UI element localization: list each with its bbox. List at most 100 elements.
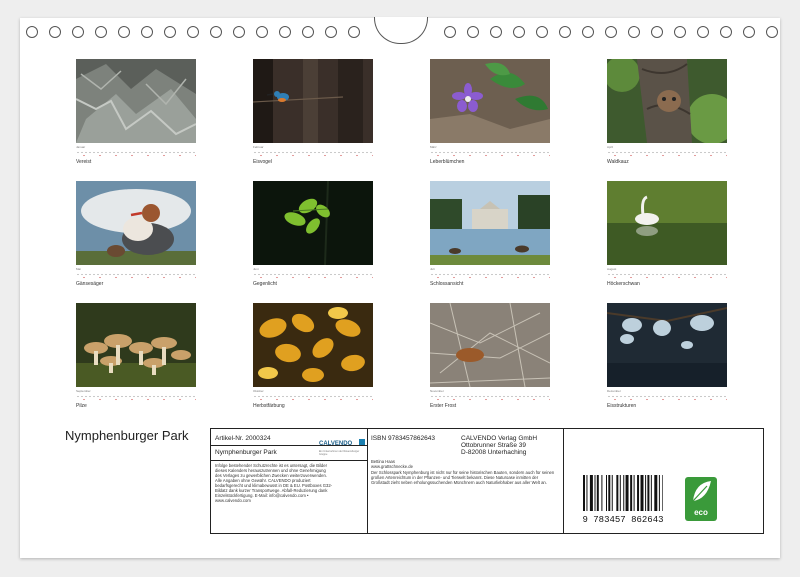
month-label: März — [430, 145, 437, 149]
photo-goosander — [76, 181, 196, 265]
photo-frozen — [76, 59, 196, 143]
binding-ring — [279, 26, 291, 38]
binding-ring — [766, 26, 778, 38]
barcode-bar — [601, 475, 603, 511]
info-box: Artikel-Nr. 2000324 CALVENDO Ein Unterne… — [210, 428, 764, 534]
month-october: Oktober Herbstfärbung — [253, 303, 373, 409]
publisher-street: Ottobrunner Straße 39 — [461, 442, 527, 449]
barcode-bar — [662, 475, 663, 511]
month-july: Juli Schlossansicht — [430, 181, 550, 287]
binding-ring — [256, 26, 268, 38]
month-label: Februar — [253, 145, 264, 149]
barcode-bar — [619, 475, 621, 511]
photo-mute-swan — [607, 181, 727, 265]
binding-ring — [628, 26, 640, 38]
product-cell: Artikel-Nr. 2000324 CALVENDO Ein Unterne… — [211, 429, 368, 533]
page-title: Nymphenburger Park — [65, 428, 189, 443]
barcode-bar — [650, 475, 652, 511]
publisher-city: D-82008 Unterhaching — [461, 449, 527, 456]
binding-ring — [187, 26, 199, 38]
barcode-bar — [616, 475, 619, 511]
photo-caption: Eisvogel — [253, 159, 272, 165]
barcode-bar — [606, 475, 607, 511]
binding-ring — [302, 26, 314, 38]
binding-ring — [513, 26, 525, 38]
month-label: Oktober — [253, 389, 264, 393]
barcode-bar — [654, 475, 658, 511]
photo-caption: Erster Frost — [430, 403, 457, 409]
publisher-name: CALVENDO Verlag GmbH — [461, 435, 538, 442]
photo-mushrooms — [76, 303, 196, 387]
photo-caption: Gegenlicht — [253, 281, 277, 287]
photo-caption: Eisstrukturen — [607, 403, 637, 409]
binding-ring — [536, 26, 548, 38]
photo-caption: Pilze — [76, 403, 87, 409]
calvendo-logo: CALVENDO Ein Unternehmen der Ravensburge… — [319, 432, 365, 456]
photo-caption: Herbstfärbung — [253, 403, 285, 409]
month-january: Januar Vereist — [76, 59, 196, 165]
binding-ring — [605, 26, 617, 38]
photo-caption: Gänsesäger — [76, 281, 104, 287]
month-december: Dezember Eisstrukturen — [607, 303, 727, 409]
month-label: November — [430, 389, 444, 393]
barcode-bar — [633, 475, 635, 511]
month-may: Mai Gänsesäger — [76, 181, 196, 287]
legal-text: Infolge bestehender Schutzrechte ist es … — [215, 463, 333, 503]
month-june: Juni Gegenlicht — [253, 181, 373, 287]
photo-liverwort — [430, 59, 550, 143]
barcode-bar — [625, 475, 629, 511]
barcode-bar — [623, 475, 625, 511]
barcode-bar — [589, 475, 593, 511]
barcode-digits: 9 783457 862643 — [582, 515, 664, 525]
barcode-bar — [594, 475, 596, 511]
photo-autumn-leaves — [253, 303, 373, 387]
month-label: Juli — [430, 267, 435, 271]
binding-ring — [72, 26, 84, 38]
publisher-cell: ISBN 9783457862643 CALVENDO Verlag GmbH … — [367, 429, 564, 533]
binding-ring — [444, 26, 456, 38]
binding-ring — [233, 26, 245, 38]
barcode-cell: 9 783457 862643 eco — [563, 429, 763, 533]
product-title: Nymphenburger Park — [215, 449, 277, 456]
photo-kingfisher — [253, 59, 373, 143]
barcode-bar — [608, 475, 611, 511]
month-label: Juni — [253, 267, 259, 271]
barcode-bar — [647, 475, 650, 511]
photo-caption: Schlossansicht — [430, 281, 464, 287]
binding-ring — [651, 26, 663, 38]
photo-tawny-owl — [607, 59, 727, 143]
eco-badge: eco — [685, 477, 717, 521]
binding-ring — [720, 26, 732, 38]
month-label: Januar — [76, 145, 86, 149]
photo-caption: Waldkauz — [607, 159, 629, 165]
leaf-icon — [692, 481, 711, 502]
month-label: April — [607, 145, 614, 149]
photo-palace-view — [430, 181, 550, 265]
binding-ring — [559, 26, 571, 38]
month-label: September — [76, 389, 91, 393]
binding-ring — [490, 26, 502, 38]
photo-ice-structures — [607, 303, 727, 387]
barcode-bar — [658, 475, 660, 511]
month-february: Februar Eisvogel — [253, 59, 373, 165]
barcode-bar — [596, 475, 599, 511]
calendar-description: Der Schlosspark Nymphenburg ist nicht nu… — [371, 470, 555, 485]
binding-ring — [26, 26, 38, 38]
binding-ring — [141, 26, 153, 38]
binding-ring — [118, 26, 130, 38]
binding-ring — [49, 26, 61, 38]
isbn: ISBN 9783457862643 — [371, 435, 435, 442]
photo-caption: Höckerschwan — [607, 281, 640, 287]
article-number: Artikel-Nr. 2000324 — [215, 435, 271, 442]
barcode-bar — [630, 475, 633, 511]
barcode-bar — [611, 475, 613, 511]
month-august: August Höckerschwan — [607, 181, 727, 287]
binding-ring — [743, 26, 755, 38]
binding-ring — [582, 26, 594, 38]
photo-caption: Leberblümchen — [430, 159, 465, 165]
barcode-bar — [640, 475, 644, 511]
photo-first-frost — [430, 303, 550, 387]
barcode-bar — [645, 475, 647, 511]
month-november: November Erster Frost — [430, 303, 550, 409]
month-label: Dezember — [607, 389, 621, 393]
